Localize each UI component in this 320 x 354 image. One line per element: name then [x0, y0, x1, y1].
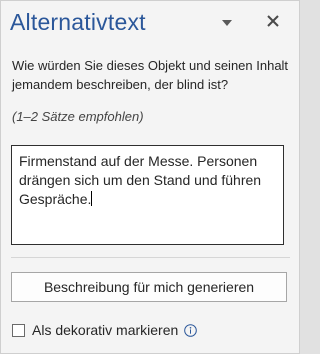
description-question: Wie würden Sie dieses Objekt und seinen …: [12, 58, 289, 92]
alt-text-value: Firmenstand auf der Messe. Personen drän…: [19, 153, 262, 207]
alt-text-pane: Alternativtext Wie würden Sie dieses Obj…: [0, 0, 300, 354]
alt-text-input[interactable]: Firmenstand auf der Messe. Personen drän…: [11, 145, 284, 245]
divider: [11, 257, 290, 258]
text-caret: [91, 191, 93, 206]
pane-title: Alternativtext: [10, 9, 146, 35]
close-pane-button[interactable]: [263, 11, 283, 31]
chevron-down-icon: [222, 20, 232, 26]
decorative-row: Als dekorativ markieren: [12, 321, 198, 339]
info-icon[interactable]: [184, 323, 198, 337]
close-icon: [267, 15, 279, 27]
generate-description-button[interactable]: Beschreibung für mich generieren: [11, 272, 287, 302]
sentence-hint: (1–2 Sätze empfohlen): [12, 109, 144, 124]
pane-options-button[interactable]: [217, 15, 237, 31]
decorative-checkbox[interactable]: [12, 323, 25, 337]
decorative-label[interactable]: Als dekorativ markieren: [32, 322, 178, 338]
